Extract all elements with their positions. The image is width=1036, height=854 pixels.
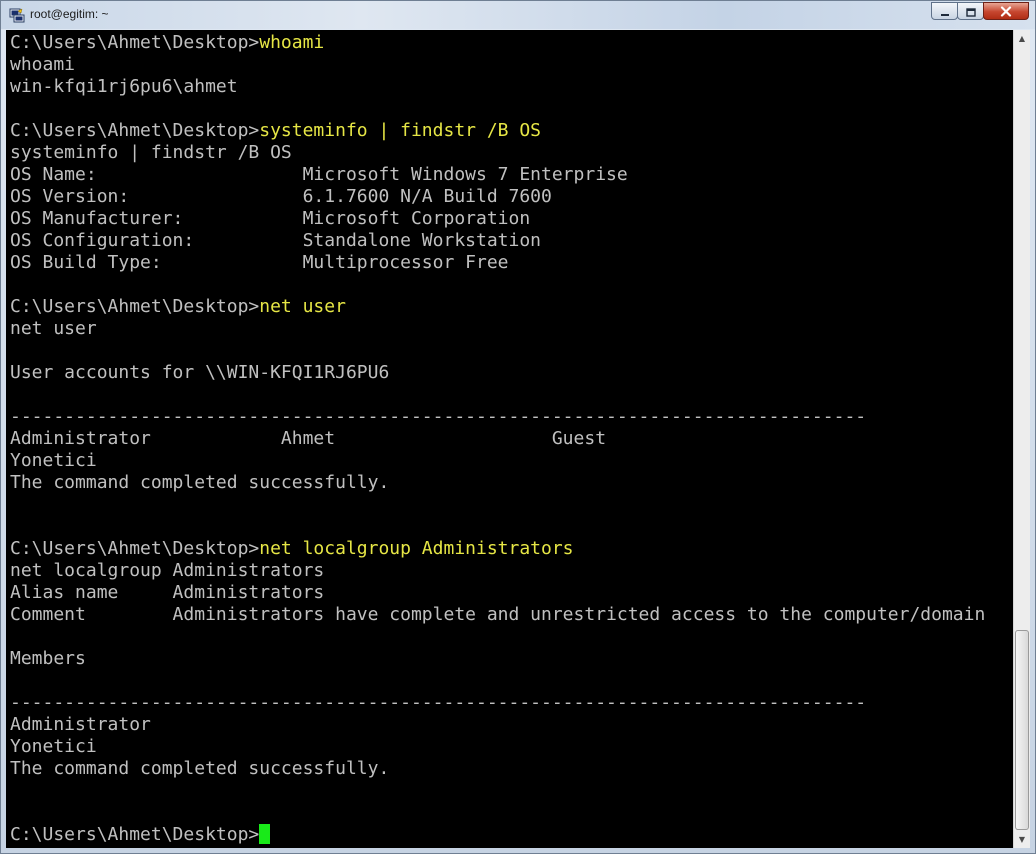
terminal-output-line: Members — [10, 648, 86, 669]
terminal-output-line: Yonetici — [10, 736, 97, 757]
terminal-output-line: OS Name: Microsoft Windows 7 Enterprise — [10, 164, 628, 185]
terminal-command: systeminfo | findstr /B OS — [259, 120, 542, 141]
terminal-output-line: ----------------------------------------… — [10, 406, 867, 427]
terminal-output-line: Administrator — [10, 714, 151, 735]
maximize-icon — [965, 2, 976, 21]
terminal-command-line: C:\Users\Ahmet\Desktop>net user — [10, 296, 985, 318]
terminal-output-line: The command completed successfully. — [10, 472, 390, 493]
maximize-button[interactable] — [957, 2, 984, 20]
terminal-command: net user — [259, 296, 346, 317]
terminal-output-line: Administrator Ahmet Guest — [10, 428, 607, 449]
terminal-command: whoami — [259, 32, 325, 53]
terminal-output-line: net localgroup Administrators — [10, 560, 325, 581]
terminal-prompt: C:\Users\Ahmet\Desktop> — [10, 296, 260, 317]
terminal-output-line: OS Configuration: Standalone Workstation — [10, 230, 542, 251]
minimize-icon — [940, 2, 950, 21]
terminal-command-line: C:\Users\Ahmet\Desktop> — [10, 824, 985, 846]
scroll-down-arrow-icon: ▼ — [1018, 835, 1026, 844]
terminal-output-line: Yonetici — [10, 450, 97, 471]
terminal-output-line: Alias name Administrators — [10, 582, 325, 603]
terminal-command-line: C:\Users\Ahmet\Desktop>whoami — [10, 32, 985, 54]
close-button[interactable] — [983, 2, 1029, 20]
window-title: root@egitim: ~ — [30, 7, 109, 21]
terminal-command-line: C:\Users\Ahmet\Desktop>net localgroup Ad… — [10, 538, 985, 560]
terminal-output-line: ----------------------------------------… — [10, 692, 867, 713]
terminal-screen[interactable]: C:\Users\Ahmet\Desktop>whoami whoami win-k… — [6, 30, 1013, 848]
terminal-output: C:\Users\Ahmet\Desktop>whoami whoami win-k… — [10, 32, 985, 846]
scroll-down-button[interactable]: ▼ — [1014, 831, 1030, 848]
terminal-prompt: C:\Users\Ahmet\Desktop> — [10, 32, 260, 53]
terminal-output-line: The command completed successfully. — [10, 758, 390, 779]
terminal-output-line: net user — [10, 318, 97, 339]
title-bar[interactable]: root@egitim: ~ — [1, 1, 1035, 29]
vertical-scrollbar[interactable]: ▲ ▼ — [1013, 30, 1030, 848]
terminal-output-line: systeminfo | findstr /B OS — [10, 142, 292, 163]
terminal-output-line: OS Manufacturer: Microsoft Corporation — [10, 208, 531, 229]
terminal-prompt: C:\Users\Ahmet\Desktop> — [10, 824, 260, 845]
window-controls — [931, 2, 1029, 20]
terminal-output-line: User accounts for \\WIN-KFQI1RJ6PU6 — [10, 362, 390, 383]
putty-terminal-icon[interactable] — [9, 7, 25, 23]
scrollbar-thumb[interactable] — [1015, 630, 1029, 830]
terminal-output-line: win-kfqi1rj6pu6\ahmet — [10, 76, 238, 97]
terminal-output-line: OS Build Type: Multiprocessor Free — [10, 252, 509, 273]
terminal-prompt: C:\Users\Ahmet\Desktop> — [10, 120, 260, 141]
terminal-command: net localgroup Administrators — [259, 538, 574, 559]
scroll-up-button[interactable]: ▲ — [1014, 30, 1030, 47]
terminal-output-line: OS Version: 6.1.7600 N/A Build 7600 — [10, 186, 552, 207]
text-cursor — [259, 824, 271, 844]
terminal-command-line: C:\Users\Ahmet\Desktop>systeminfo | find… — [10, 120, 985, 142]
terminal-output-line: whoami — [10, 54, 76, 75]
close-icon — [1000, 2, 1012, 21]
terminal-window: root@egitim: ~ C:\Users\Ahmet\Desktop>wh… — [0, 0, 1036, 854]
terminal-prompt: C:\Users\Ahmet\Desktop> — [10, 538, 260, 559]
terminal-output-line: Comment Administrators have complete and… — [10, 604, 986, 625]
scroll-up-arrow-icon: ▲ — [1018, 34, 1026, 43]
minimize-button[interactable] — [931, 2, 958, 20]
